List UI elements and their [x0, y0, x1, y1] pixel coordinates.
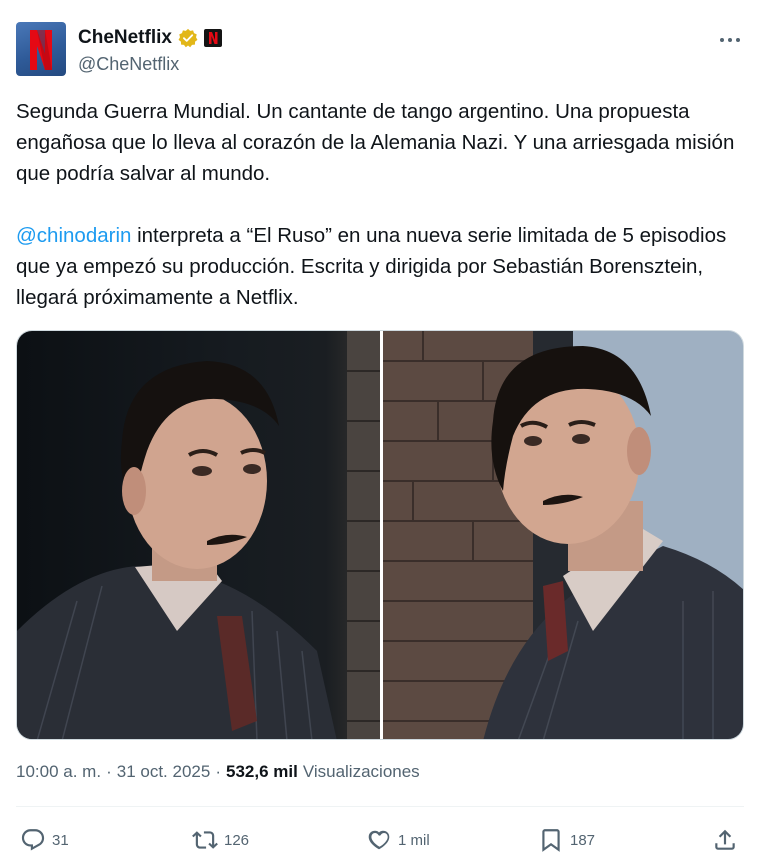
divider — [16, 806, 744, 807]
reply-button[interactable]: 31 — [20, 822, 69, 858]
tweet-paragraph-2: @chinodarin interpreta a “El Ruso” en un… — [16, 220, 744, 313]
tweet-paragraph-1: Segunda Guerra Mundial. Un cantante de t… — [16, 100, 735, 185]
tweet-text: Segunda Guerra Mundial. Un cantante de t… — [16, 96, 744, 313]
reply-count: 31 — [52, 831, 69, 849]
more-icon[interactable] — [716, 26, 744, 54]
netflix-logo-icon — [30, 30, 52, 70]
avatar[interactable] — [16, 22, 66, 76]
views-label: Visualizaciones — [302, 762, 420, 781]
share-button[interactable] — [712, 822, 738, 858]
meta-separator: · — [106, 762, 112, 781]
bookmark-icon — [542, 829, 560, 852]
bookmark-button[interactable]: 187 — [538, 822, 595, 858]
handle[interactable]: @CheNetflix — [78, 54, 179, 75]
repost-count: 126 — [224, 831, 250, 849]
tweet-header: CheNetflix @CheNetflix — [16, 22, 744, 78]
like-count: 1 mil — [398, 831, 430, 849]
photo-1[interactable] — [17, 331, 380, 739]
repost-button[interactable]: 126 — [192, 822, 249, 858]
netflix-badge-icon — [203, 29, 222, 47]
bookmark-count: 187 — [570, 831, 596, 849]
repost-icon — [192, 831, 218, 849]
share-icon — [715, 829, 735, 850]
mention-link[interactable]: @chinodarin — [16, 224, 131, 247]
verified-icon — [178, 28, 198, 48]
reply-icon — [21, 829, 45, 851]
name-row: CheNetflix — [78, 27, 222, 49]
tweet-time[interactable]: 10:00 a. m. — [16, 762, 101, 782]
tweet-date[interactable]: 31 oct. 2025 — [117, 762, 211, 782]
photo-2[interactable] — [383, 331, 743, 739]
display-name[interactable]: CheNetflix — [78, 27, 172, 49]
views-count: 532,6 mil — [225, 762, 298, 781]
like-icon — [368, 830, 390, 850]
meta-separator-2: · — [215, 762, 221, 781]
like-button[interactable]: 1 mil — [366, 822, 430, 858]
media-grid — [16, 330, 744, 740]
action-bar: 31 126 1 mil 187 — [16, 822, 744, 858]
tweet-meta: 10:00 a. m. · 31 oct. 2025 · 532,6 mil V… — [16, 762, 420, 782]
